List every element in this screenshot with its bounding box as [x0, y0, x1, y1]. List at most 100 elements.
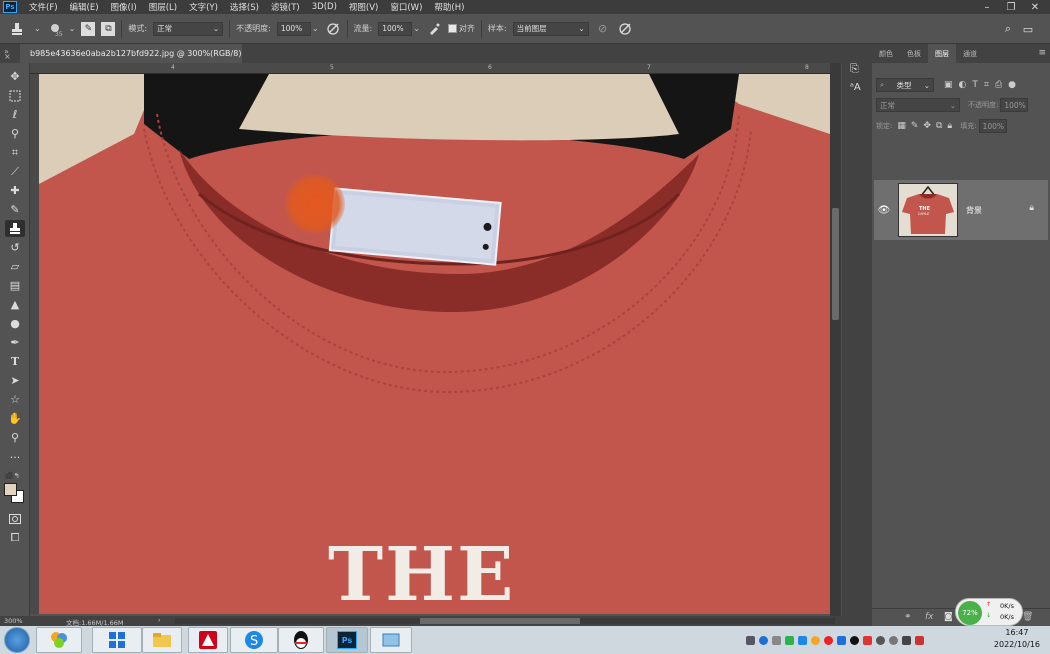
eyedropper-tool-icon[interactable]: ⟋: [5, 163, 25, 180]
taskbar-qq[interactable]: [278, 627, 324, 653]
menu-window[interactable]: 窗口(W): [384, 1, 428, 13]
dodge-tool-icon[interactable]: ●: [5, 315, 25, 332]
canvas-vertical-scrollbar[interactable]: [830, 63, 841, 616]
zoom-level[interactable]: 300%: [4, 617, 23, 625]
layer-row-background[interactable]: 👁︎ THE CHYLE 背景 🔒︎: [874, 180, 1048, 240]
chevron-down-icon[interactable]: ⌄: [34, 24, 41, 33]
flow-input[interactable]: 100%: [378, 21, 413, 36]
move-tool-icon[interactable]: ✥: [5, 68, 25, 85]
screen-mode-icon[interactable]: ⧠: [5, 529, 25, 546]
gradient-tool-icon[interactable]: ▤: [5, 277, 25, 294]
delete-layer-icon[interactable]: 🗑︎: [1022, 612, 1033, 622]
blend-mode-select[interactable]: 正常 ⌄: [876, 98, 960, 112]
tray-display-icon[interactable]: [902, 635, 911, 645]
zoom-tool-icon[interactable]: ⚲: [5, 429, 25, 446]
tab-swatches[interactable]: 色板: [900, 44, 928, 63]
scrollbar-thumb[interactable]: [832, 208, 839, 320]
tray-sound-icon[interactable]: [876, 635, 885, 645]
type-tool-icon[interactable]: T: [5, 353, 25, 370]
network-speed-widget[interactable]: 72% ↑ ↓ 0K/s 0K/s: [955, 598, 1023, 626]
scrollbar-thumb[interactable]: [420, 618, 580, 624]
filter-shape-icon[interactable]: ⌗: [984, 80, 989, 90]
wechat-icon[interactable]: [785, 635, 794, 645]
keyboard-icon[interactable]: [746, 635, 755, 645]
tray-orange-icon[interactable]: [811, 635, 820, 645]
add-mask-icon[interactable]: ◙: [944, 612, 953, 622]
menu-select[interactable]: 选择(S): [224, 1, 265, 13]
document-tab[interactable]: b985e43636e0aba2b127bfd922.jpg @ 300%(RG…: [20, 44, 242, 63]
lasso-tool-icon[interactable]: ℓ: [5, 106, 25, 123]
clone-stamp-tool-icon[interactable]: [5, 220, 25, 237]
menu-help[interactable]: 帮助(H): [428, 1, 470, 13]
pressure-opacity-icon[interactable]: [325, 21, 341, 37]
blur-tool-icon[interactable]: ▲: [5, 296, 25, 313]
filter-toggle-icon[interactable]: ●: [1008, 80, 1016, 90]
tray-volume-icon[interactable]: [863, 635, 872, 645]
sample-select[interactable]: 当前图层 ⌄: [512, 21, 589, 36]
opacity-input[interactable]: 100%: [276, 21, 311, 36]
tab-layers[interactable]: 图层: [928, 44, 956, 63]
more-tools-icon[interactable]: ···: [5, 449, 25, 466]
pen-tool-icon[interactable]: ✒: [5, 334, 25, 351]
lock-pixels-icon[interactable]: ✎: [911, 121, 919, 131]
status-menu-icon[interactable]: ›: [158, 616, 161, 624]
layer-opacity-input[interactable]: 100%: [1000, 98, 1029, 112]
filter-type-icon[interactable]: T: [972, 80, 978, 90]
menu-file[interactable]: 文件(F): [23, 1, 64, 13]
tray-red-icon[interactable]: [824, 635, 833, 645]
panel-menu-icon[interactable]: ≡: [1038, 48, 1046, 58]
hand-tool-icon[interactable]: ✋: [5, 410, 25, 427]
tray-arrow-icon[interactable]: [772, 635, 781, 645]
filter-adjustment-icon[interactable]: ◐: [959, 80, 967, 90]
healing-brush-tool-icon[interactable]: ✚: [5, 182, 25, 199]
horizontal-scrollbar[interactable]: [175, 618, 835, 624]
airbrush-icon[interactable]: [426, 21, 442, 37]
taskbar-app-5[interactable]: [370, 627, 412, 653]
tab-channels[interactable]: 通道: [956, 44, 984, 63]
menu-image[interactable]: 图像(I): [105, 1, 143, 13]
tray-flag-icon[interactable]: [915, 635, 924, 645]
marquee-tool-icon[interactable]: [5, 87, 25, 104]
history-brush-tool-icon[interactable]: ↺: [5, 239, 25, 256]
history-panel-icon[interactable]: ⎘: [850, 62, 859, 76]
brush-settings-icon[interactable]: ✎: [81, 21, 96, 36]
tab-color[interactable]: 颜色: [872, 44, 900, 63]
search-icon[interactable]: ⌕: [1000, 21, 1016, 37]
visibility-eye-icon[interactable]: 👁︎: [874, 205, 894, 216]
lock-position-icon[interactable]: ✥: [923, 121, 931, 131]
lock-transparent-icon[interactable]: ▦: [897, 121, 906, 131]
swap-colors-icon[interactable]: ⬛↰: [5, 467, 25, 484]
taskbar-app-3[interactable]: [188, 627, 228, 653]
workspace-icon[interactable]: ▭: [1020, 21, 1036, 37]
menu-layer[interactable]: 图层(L): [143, 1, 183, 13]
document-canvas[interactable]: THE: [39, 74, 830, 614]
link-layers-icon[interactable]: ⚭: [904, 612, 912, 622]
taskbar-photoshop[interactable]: Ps: [326, 627, 368, 653]
path-selection-tool-icon[interactable]: ➤: [5, 372, 25, 389]
aligned-checkbox[interactable]: [447, 24, 457, 33]
mode-select[interactable]: 正常 ⌄: [153, 21, 224, 36]
taskbar-explorer[interactable]: [142, 627, 182, 653]
filter-pixel-icon[interactable]: ▣: [944, 80, 953, 90]
lock-all-icon[interactable]: 🔒︎: [947, 121, 952, 131]
menu-view[interactable]: 视图(V): [343, 1, 384, 13]
layer-lock-icon[interactable]: 🔒︎: [1029, 203, 1034, 213]
taskbar-app-1[interactable]: [36, 627, 82, 653]
tray-grid-icon[interactable]: [837, 635, 846, 645]
clone-source-icon[interactable]: ⧉: [101, 21, 116, 36]
minimize-icon[interactable]: –: [975, 0, 999, 14]
taskbar-clock[interactable]: 16:47 2022/10/16: [994, 627, 1040, 651]
brush-tool-icon[interactable]: ✎: [5, 201, 25, 218]
chevron-down-icon[interactable]: ⌄: [312, 24, 319, 33]
clone-stamp-tool-preset-icon[interactable]: [6, 21, 28, 37]
tray-blue-icon[interactable]: [798, 635, 807, 645]
fill-input[interactable]: 100%: [978, 119, 1007, 133]
menu-edit[interactable]: 编辑(E): [64, 1, 105, 13]
shape-tool-icon[interactable]: ☆: [5, 391, 25, 408]
taskbar-app-4[interactable]: S: [230, 627, 278, 653]
close-icon[interactable]: ×: [4, 52, 11, 61]
eraser-tool-icon[interactable]: ▱: [5, 258, 25, 275]
character-panel-icon[interactable]: ᵃA: [850, 82, 861, 93]
fx-icon[interactable]: fx: [925, 612, 934, 622]
menu-type[interactable]: 文字(Y): [183, 1, 224, 13]
